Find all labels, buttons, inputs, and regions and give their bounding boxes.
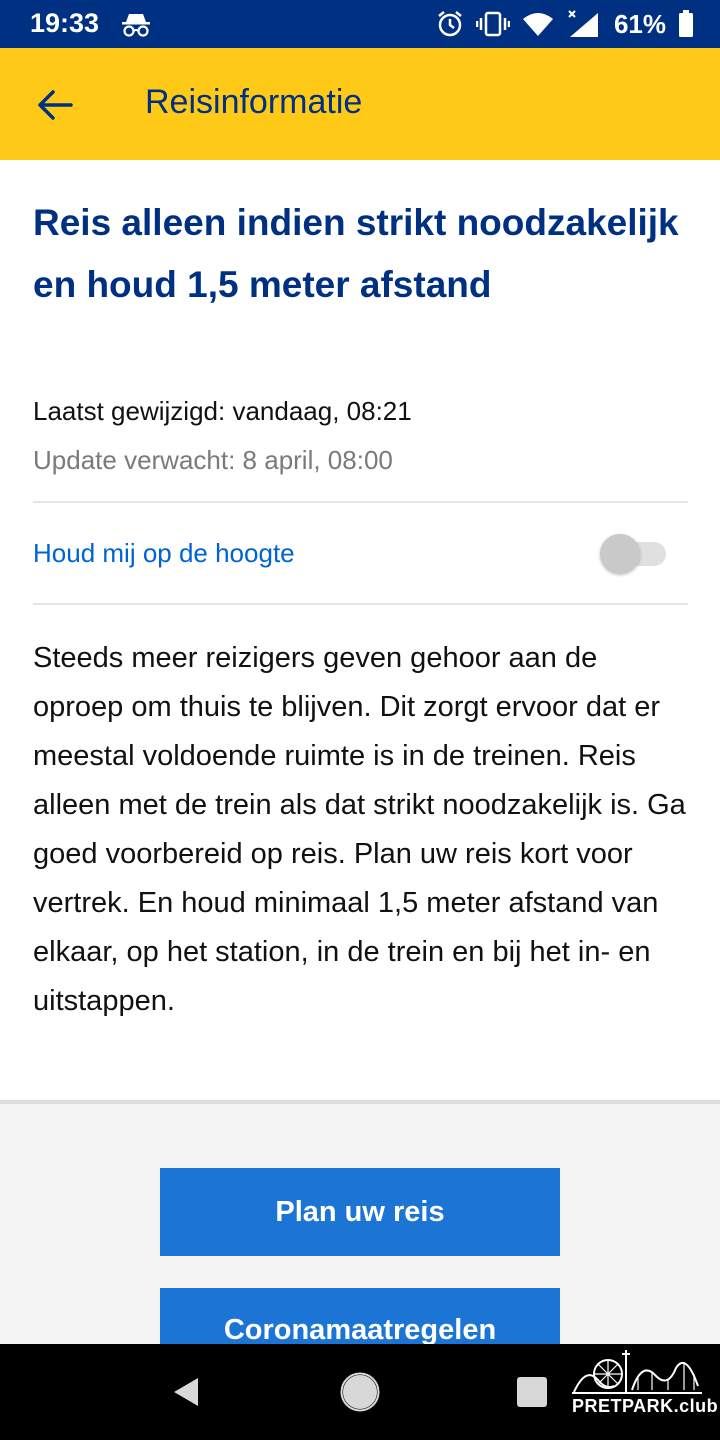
status-bar: 19:33 61%: [0, 0, 720, 48]
alarm-icon: [438, 11, 462, 37]
nav-home-icon[interactable]: [340, 1372, 380, 1412]
message-body: Steeds meer reizigers geven gehoor aan d…: [33, 642, 686, 1017]
nav-back-icon[interactable]: [168, 1374, 204, 1410]
toggle-thumb: [600, 534, 640, 574]
plan-trip-button[interactable]: Plan uw reis: [160, 1168, 560, 1256]
divider: [33, 603, 688, 605]
back-button[interactable]: [30, 80, 80, 130]
headline: Reis alleen indien strikt noodzakelijk e…: [33, 202, 679, 305]
page-title: Reisinformatie: [145, 83, 363, 121]
last-modified-text: Laatst gewijzigd: vandaag, 08:21: [33, 396, 412, 426]
update-expected-text: Update verwacht: 8 april, 08:00: [33, 445, 393, 475]
nav-recents-icon[interactable]: [516, 1376, 548, 1408]
travel-info-card: Reis alleen indien strikt noodzakelijk e…: [0, 160, 720, 1100]
battery-icon: [679, 10, 693, 37]
status-icons: 61%: [436, 8, 694, 40]
battery-percentage: 61%: [613, 8, 666, 39]
divider: [33, 501, 688, 503]
watermark-text: PRETPARK.club: [572, 1396, 719, 1416]
vibrate-icon: [475, 11, 510, 37]
app-bar: Reisinformatie: [0, 48, 720, 160]
notify-toggle[interactable]: [600, 534, 668, 574]
status-time: 19:33: [30, 8, 100, 38]
card-shadow: [0, 1100, 720, 1104]
arrow-left-icon: [38, 90, 73, 120]
rollercoaster-logo-icon: [572, 1350, 702, 1394]
incognito-icon: [122, 14, 150, 37]
notify-me-label[interactable]: Houd mij op de hoogte: [33, 538, 295, 569]
pretpark-watermark: PRETPARK.club: [572, 1346, 719, 1422]
signal-icon: [568, 10, 598, 37]
wifi-icon: [522, 13, 553, 36]
